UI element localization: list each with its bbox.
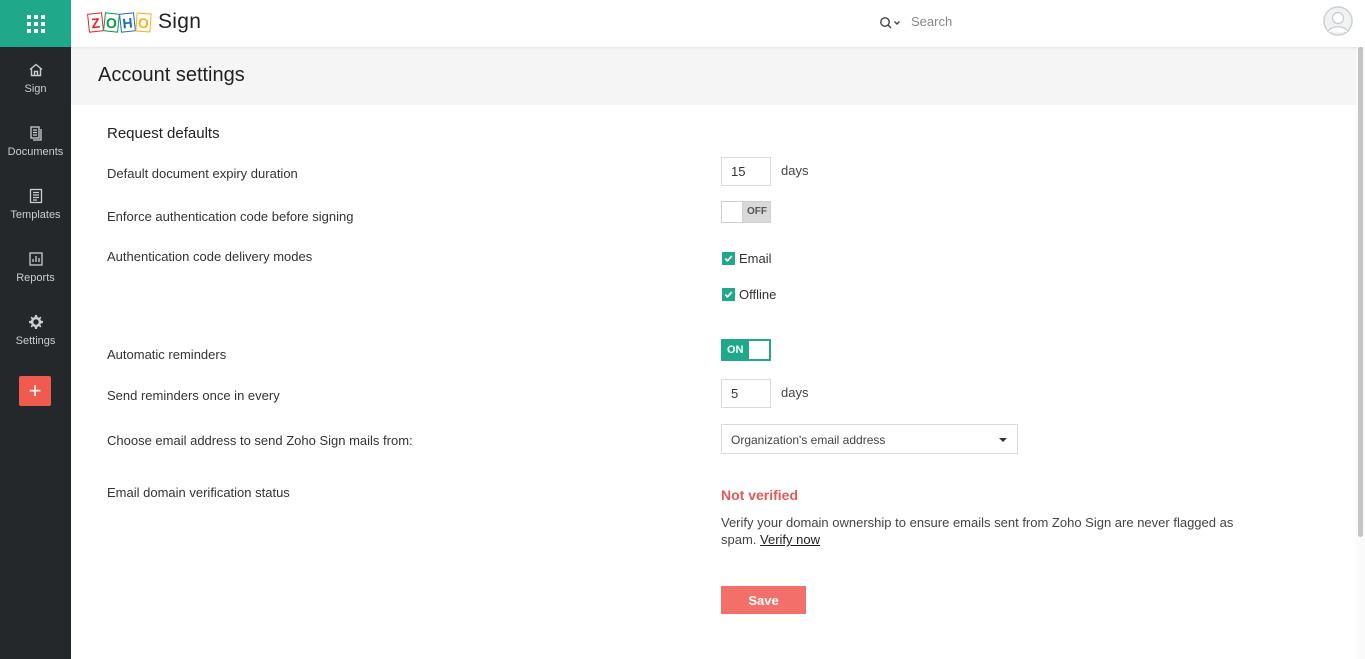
email-from-label: Choose email address to send Zoho Sign m… <box>107 433 413 448</box>
expiry-label: Default document expiry duration <box>107 166 298 181</box>
save-button[interactable]: Save <box>721 586 806 614</box>
caret-down-icon <box>999 438 1007 442</box>
enforce-auth-toggle[interactable]: OFF <box>721 201 771 223</box>
section-title: Request defaults <box>107 125 220 142</box>
sidebar: Sign Documents Templates Reports Setting… <box>0 0 71 659</box>
checkbox-checked-icon <box>722 252 735 265</box>
reminder-unit: days <box>781 385 809 400</box>
email-checkbox[interactable]: Email <box>722 251 772 266</box>
search-input[interactable] <box>911 9 1211 33</box>
checkbox-label: Email <box>739 251 772 266</box>
product-name: Sign <box>158 10 202 33</box>
logo-letter: O <box>135 11 152 33</box>
avatar[interactable] <box>1323 6 1353 36</box>
search-scope-button[interactable] <box>879 13 903 33</box>
select-value: Organization's email address <box>731 433 886 447</box>
user-icon <box>1323 6 1353 36</box>
documents-icon <box>29 126 42 141</box>
sidebar-item-sign[interactable]: Sign <box>0 47 71 110</box>
search-icon <box>880 17 900 29</box>
home-icon <box>29 63 42 77</box>
reminder-interval-label: Send reminders once in every <box>107 388 280 403</box>
logo-letter: H <box>119 11 136 33</box>
sidebar-item-reports[interactable]: Reports <box>0 236 71 299</box>
toggle-state: ON <box>727 344 744 356</box>
sidebar-item-settings[interactable]: Settings <box>0 299 71 362</box>
verify-now-link[interactable]: Verify now <box>760 532 820 547</box>
auto-reminders-toggle[interactable]: ON <box>721 339 771 361</box>
app-switcher-button[interactable] <box>0 0 71 47</box>
reminder-days-input[interactable] <box>721 379 771 408</box>
top-bar: Z O H O Sign <box>71 0 1365 47</box>
grid-icon <box>26 14 45 33</box>
verification-status: Not verified <box>721 487 799 503</box>
enforce-auth-label: Enforce authentication code before signi… <box>107 209 354 224</box>
sidebar-item-label: Templates <box>10 209 61 221</box>
checkbox-label: Offline <box>739 287 777 302</box>
domain-verification-label: Email domain verification status <box>107 485 290 500</box>
verification-description: Verify your domain ownership to ensure e… <box>721 514 1241 548</box>
sidebar-item-label: Settings <box>15 335 56 347</box>
offline-checkbox[interactable]: Offline <box>722 287 776 302</box>
scrollbar-thumb[interactable] <box>1358 47 1363 537</box>
sidebar-item-documents[interactable]: Documents <box>0 110 71 173</box>
gear-icon <box>28 315 43 329</box>
logo-letter: O <box>103 11 120 33</box>
scrollbar[interactable] <box>1356 47 1365 659</box>
expiry-days-input[interactable] <box>721 157 771 186</box>
delivery-modes-label: Authentication code delivery modes <box>107 249 313 264</box>
sidebar-item-label: Sign <box>24 83 47 95</box>
page-title: Account settings <box>98 64 245 86</box>
expiry-unit: days <box>781 163 809 178</box>
auto-reminders-label: Automatic reminders <box>107 347 227 362</box>
logo-letter: Z <box>87 11 104 33</box>
toggle-knob <box>749 341 769 359</box>
reports-icon <box>28 252 43 266</box>
page-header: Account settings <box>71 47 1356 105</box>
sidebar-item-label: Reports <box>16 272 55 284</box>
sidebar-item-label: Documents <box>7 146 64 158</box>
checkbox-checked-icon <box>722 288 735 301</box>
toggle-state: OFF <box>747 206 767 217</box>
add-button[interactable]: + <box>19 376 51 406</box>
toggle-knob <box>722 202 743 222</box>
sidebar-item-templates[interactable]: Templates <box>0 173 71 236</box>
zoho-sign-logo[interactable]: Z O H O Sign <box>87 10 202 34</box>
email-from-select[interactable]: Organization's email address <box>721 424 1018 454</box>
templates-icon <box>29 188 42 204</box>
